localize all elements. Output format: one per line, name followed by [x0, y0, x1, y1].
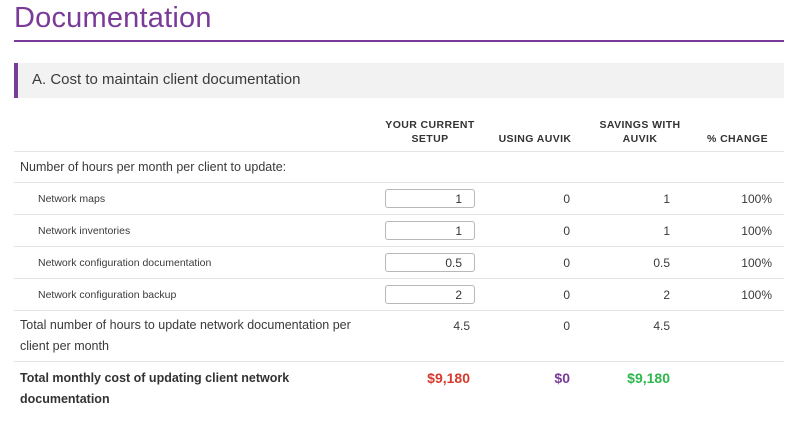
row-divider — [14, 246, 784, 247]
network-configuration-backup-change-value: 100% — [741, 288, 772, 302]
section-header: A. Cost to maintain client documentation — [14, 63, 784, 98]
row-divider — [14, 310, 784, 311]
network-maps-savings-value: 1 — [663, 192, 670, 206]
network-inventories-change-value: 100% — [741, 224, 772, 238]
column-header-current-setup: YOUR CURRENT SETUP — [385, 119, 475, 145]
network-configuration-documentation-auvik-value: 0 — [563, 256, 570, 270]
network-configuration-documentation-change-value: 100% — [741, 256, 772, 270]
network-maps-hours-input[interactable] — [385, 189, 475, 208]
total-cost-label: Total monthly cost of updating client ne… — [20, 371, 290, 406]
total-hours-current-value: 4.5 — [453, 319, 470, 333]
column-header-percent-change: % CHANGE — [707, 133, 768, 145]
network-configuration-backup-auvik-value: 0 — [563, 288, 570, 302]
total-cost-savings-value: $9,180 — [627, 370, 670, 386]
page-title: Documentation — [14, 2, 212, 34]
total-cost-auvik-value: $0 — [554, 370, 570, 386]
column-header-savings: SAVINGS WITH AUVIK — [599, 119, 681, 145]
hours-heading: Number of hours per month per client to … — [20, 160, 287, 174]
total-hours-auvik-value: 0 — [563, 319, 570, 333]
network-inventories-auvik-value: 0 — [563, 224, 570, 238]
section-title: A. Cost to maintain client documentation — [32, 71, 301, 88]
title-divider — [14, 40, 784, 42]
row-divider — [14, 278, 784, 279]
total-hours-savings-value: 4.5 — [653, 319, 670, 333]
row-divider — [14, 214, 784, 215]
total-hours-label: Total number of hours to update network … — [20, 318, 351, 353]
row-divider — [14, 361, 784, 362]
network-configuration-documentation-hours-input[interactable] — [385, 253, 475, 272]
row-label-network-inventories: Network inventories — [38, 225, 131, 237]
network-maps-auvik-value: 0 — [563, 192, 570, 206]
network-inventories-hours-input[interactable] — [385, 221, 475, 240]
header-divider — [14, 151, 784, 152]
row-label-network-configuration-backup: Network configuration backup — [38, 289, 177, 301]
network-configuration-backup-savings-value: 2 — [663, 288, 670, 302]
column-header-using-auvik: USING AUVIK — [498, 133, 572, 145]
row-label-network-configuration-documentation: Network configuration documentation — [38, 257, 212, 269]
total-cost-current-value: $9,180 — [427, 370, 470, 386]
network-configuration-backup-hours-input[interactable] — [385, 285, 475, 304]
network-maps-change-value: 100% — [741, 192, 772, 206]
network-configuration-documentation-savings-value: 0.5 — [653, 256, 670, 270]
row-divider — [14, 182, 784, 183]
network-inventories-savings-value: 1 — [663, 224, 670, 238]
row-label-network-maps: Network maps — [38, 193, 106, 205]
